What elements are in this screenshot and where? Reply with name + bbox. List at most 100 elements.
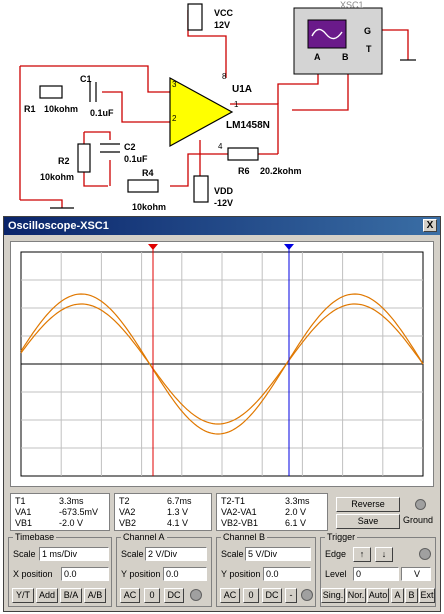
cursor-1-handle-icon [148,244,158,250]
channel-b-dc-button[interactable]: DC [262,588,282,603]
scope-plot [20,244,424,477]
channel-b-group: Channel B Scale 5 V/Div Y position 0.0 A… [216,532,316,607]
vdd-label: VDD [214,186,234,196]
mode-ba-button[interactable]: B/A [60,588,82,603]
channel-b-zero-button[interactable]: 0 [243,588,259,603]
dva-label: VA2-VA1 [221,507,257,517]
vb2-value: 4.1 V [167,518,189,528]
timebase-scale-field[interactable]: 1 ms/Div [39,547,109,561]
va2-value: 1.3 V [167,507,189,517]
close-button[interactable]: X [423,219,437,232]
c1-value: 0.1uF [90,108,114,118]
window-title: Oscilloscope-XSC1 [8,220,109,232]
channel-a-scale-field[interactable]: 2 V/Div [145,547,207,561]
mode-add-button[interactable]: Add [36,588,58,603]
r2-ref: R2 [58,156,70,166]
va1-label: VA1 [15,507,32,517]
dt-value: 3.3ms [285,496,310,506]
mode-yt-button[interactable]: Y/T [12,588,34,603]
vdd-value: -12V [214,198,234,208]
scope-pin-t: T [366,44,372,54]
rising-edge-icon[interactable]: ↑ [353,547,371,562]
dvb-value: 6.1 V [285,518,307,528]
cursor-2-handle-icon [284,244,294,250]
opamp-pin1: 1 [234,100,239,109]
readout-cursor2: T2 VA2 VB2 6.7ms 1.3 V 4.1 V [114,493,212,531]
timebase-group: Timebase Scale 1 ms/Div X position 0.0 Y… [8,532,112,607]
vb1-value: -2.0 V [59,518,84,528]
opamp-part: LM1458N [226,120,270,131]
channel-b-ypos-label: Y position [221,569,261,579]
channel-a-scale-label: Scale [121,549,144,559]
dt-label: T2-T1 [221,496,246,506]
trigger-single-button[interactable]: Sing. [321,588,345,603]
t1-label: T1 [15,496,26,506]
channel-b-scale-label: Scale [221,549,244,559]
va2-label: VA2 [119,507,136,517]
trigger-normal-button[interactable]: Nor. [346,588,366,603]
dvb-label: VB2-VB1 [221,518,259,528]
r6-ref: R6 [238,166,250,176]
trigger-level-label: Level [325,569,347,579]
opamp-pin4: 4 [218,142,223,151]
trigger-level-unit[interactable]: V [401,567,431,581]
ground-terminal-icon[interactable] [415,499,426,510]
r4-value: 10kohm [132,202,167,212]
opamp-pin2: 2 [172,114,177,123]
dva-value: 2.0 V [285,507,307,517]
channel-b-ac-button[interactable]: AC [220,588,240,603]
trigger-source-ext-button[interactable]: Ext [419,588,435,603]
channel-b-title: Channel B [221,532,268,543]
c2-ref: C2 [124,142,136,152]
channel-b-ypos-field[interactable]: 0.0 [263,567,311,581]
trigger-group: Trigger Edge ↑ ↓ Level 0 V Sing. Nor. Au… [320,532,436,607]
timebase-xpos-label: X position [13,569,53,579]
scope-pin-a: A [314,52,321,62]
t1-value: 3.3ms [59,496,84,506]
ground-label: Ground [403,515,434,525]
channel-a-zero-button[interactable]: 0 [144,588,160,603]
trigger-source-a-button[interactable]: A [391,588,404,603]
timebase-xpos-field[interactable]: 0.0 [61,567,109,581]
mode-ab-button[interactable]: A/B [84,588,106,603]
opamp-ref: U1A [232,84,253,95]
vb2-label: VB2 [119,518,137,528]
scope-ref-label: XSC1 [340,0,364,10]
vb1-label: VB1 [15,518,33,528]
channel-a-ypos-label: Y position [121,569,161,579]
channel-b-scale-field[interactable]: 5 V/Div [245,547,311,561]
r2-value: 10kohm [40,172,75,182]
channel-a-dc-button[interactable]: DC [164,588,184,603]
channel-b-terminal-icon[interactable] [301,589,313,601]
t2-label: T2 [119,496,130,506]
opamp-pin8: 8 [222,72,227,81]
trigger-level-field[interactable]: 0 [353,567,399,581]
r1-value: 10kohm [44,104,79,114]
t2-value: 6.7ms [167,496,192,506]
trigger-title: Trigger [325,532,358,543]
vcc-label: VCC [214,8,234,18]
readout-delta: T2-T1 VA2-VA1 VB2-VB1 3.3ms 2.0 V 6.1 V [216,493,328,531]
r6-value: 20.2kohm [260,166,302,176]
channel-a-terminal-icon[interactable] [190,589,202,601]
scope-screen[interactable] [10,241,434,487]
falling-edge-icon[interactable]: ↓ [375,547,393,562]
trigger-auto-button[interactable]: Auto [367,588,389,603]
timebase-scale-label: Scale [13,549,36,559]
channel-a-title: Channel A [121,532,167,543]
trigger-ext-terminal-icon[interactable] [419,548,431,560]
channel-a-group: Channel A Scale 2 V/Div Y position 0.0 A… [116,532,212,607]
scope-pin-g: G [364,26,372,36]
r1-ref: R1 [24,104,36,114]
opamp-pin3: 3 [172,80,177,89]
oscilloscope-window: Oscilloscope-XSC1 X T1 VA1 VB1 3.3ms -67… [3,216,441,612]
trigger-source-b-button[interactable]: B [405,588,418,603]
readout-cursor1: T1 VA1 VB1 3.3ms -673.5mV -2.0 V [10,493,110,531]
channel-a-ypos-field[interactable]: 0.0 [163,567,207,581]
save-button[interactable]: Save [336,514,400,529]
channel-b-minus-button[interactable]: - [285,588,297,603]
va1-value: -673.5mV [59,507,99,517]
channel-a-ac-button[interactable]: AC [120,588,140,603]
reverse-button[interactable]: Reverse [336,497,400,512]
window-titlebar[interactable]: Oscilloscope-XSC1 X [4,217,440,235]
